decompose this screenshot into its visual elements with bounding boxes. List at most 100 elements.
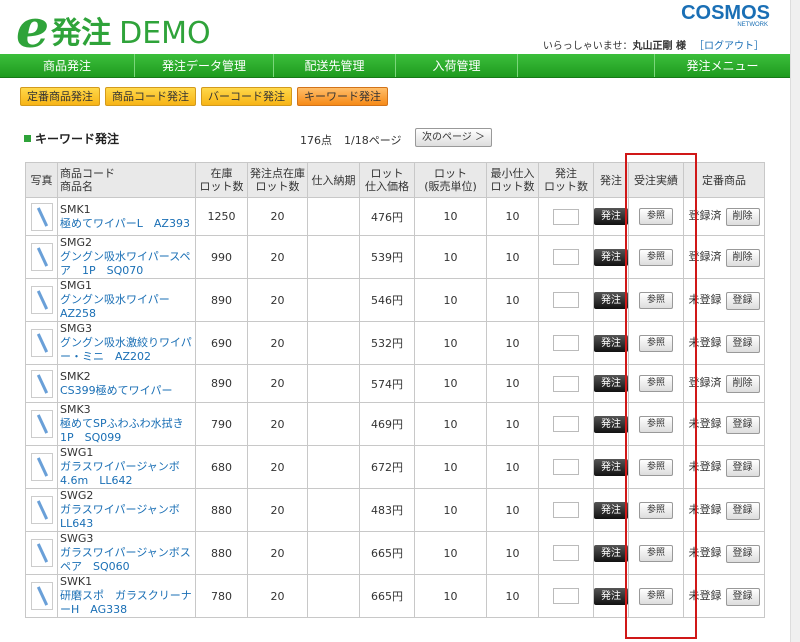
app-logo[interactable]: e 発注 DEMO: [16, 2, 211, 56]
nav-item-delivery-address[interactable]: 配送先管理: [274, 54, 396, 77]
order-button[interactable]: 発注: [594, 587, 628, 605]
order-qty-input[interactable]: [553, 416, 579, 432]
history-ref-button[interactable]: 参照: [639, 415, 673, 433]
order-qty-cell: [538, 488, 594, 532]
order-qty-input[interactable]: [553, 249, 579, 265]
order-tabs: 定番商品発注 商品コード発注 バーコード発注 キーワード発注: [20, 87, 393, 106]
welcome-message: いらっしゃいませ：丸山正剛 様 ［ログアウト］: [543, 37, 764, 52]
standard-action-button[interactable]: 削除: [725, 208, 760, 226]
order-button[interactable]: 発注: [594, 375, 628, 392]
order-button[interactable]: 発注: [594, 544, 628, 562]
standard-action-button[interactable]: 登録: [725, 458, 760, 477]
col-delivery: 仕入納期: [307, 162, 360, 198]
order-qty-input[interactable]: [553, 375, 579, 392]
product-name-link[interactable]: グングン吸水ワイパー AZ258: [60, 293, 181, 320]
order-qty-input[interactable]: [553, 459, 579, 475]
col-lot-unit-2: (販売単位): [424, 180, 477, 193]
product-image-icon[interactable]: [30, 329, 53, 357]
order-qty-input[interactable]: [553, 502, 579, 518]
product-name-link[interactable]: グングン吸水ワイパースペア 1P SQ070: [60, 250, 190, 277]
nav-item-product-order[interactable]: 商品発注: [0, 54, 135, 77]
order-button[interactable]: 発注: [594, 458, 628, 476]
tab-standard-order[interactable]: 定番商品発注: [20, 87, 100, 106]
history-ref-button[interactable]: 参照: [639, 208, 673, 225]
standard-action-button[interactable]: 登録: [725, 501, 760, 520]
standard-action-button[interactable]: 登録: [725, 334, 760, 353]
lot-price: 672円: [359, 445, 415, 489]
logout-link[interactable]: ［ログアウト］: [694, 41, 764, 52]
product-photo[interactable]: [25, 574, 58, 618]
order-qty-input[interactable]: [553, 292, 579, 308]
product-image-icon[interactable]: [30, 410, 53, 438]
product-image-icon[interactable]: [30, 202, 53, 231]
product-image-icon[interactable]: [30, 453, 53, 481]
product-image-icon[interactable]: [30, 582, 53, 610]
history-cell: 参照: [628, 364, 684, 403]
nav-spacer: [518, 54, 655, 77]
order-qty-cell: [538, 321, 594, 365]
product-code-name: SWG2 ガラスワイパージャンボLL643: [57, 488, 196, 532]
col-order-lot: 発注 ロット数: [538, 162, 594, 198]
product-photo[interactable]: [25, 197, 58, 236]
product-photo[interactable]: [25, 531, 58, 575]
standard-action-button[interactable]: 登録: [725, 544, 760, 563]
history-ref-button[interactable]: 参照: [639, 375, 673, 392]
standard-action-button[interactable]: 登録: [725, 415, 760, 434]
nav-item-order-data[interactable]: 発注データ管理: [135, 54, 274, 77]
history-ref-button[interactable]: 参照: [639, 291, 673, 309]
product-image-icon[interactable]: [30, 496, 53, 524]
product-photo[interactable]: [25, 488, 58, 532]
col-lot-price: ロット 仕入価格: [359, 162, 415, 198]
history-ref-button[interactable]: 参照: [639, 334, 673, 352]
product-image-icon[interactable]: [30, 243, 53, 271]
product-image-icon[interactable]: [30, 286, 53, 314]
min-lot: 10: [486, 488, 539, 532]
min-lot: 10: [486, 321, 539, 365]
standard-action-button[interactable]: 削除: [725, 375, 760, 393]
history-ref-button[interactable]: 参照: [639, 248, 673, 266]
standard-action-button[interactable]: 削除: [725, 248, 760, 267]
product-image-icon[interactable]: [30, 539, 53, 567]
order-qty-input[interactable]: [553, 208, 579, 225]
product-name-link[interactable]: CS399極めてワイパー: [60, 384, 172, 397]
product-name-link[interactable]: 研磨スポ ガラスクリーナーH AG338: [60, 589, 192, 616]
nav-item-order-menu[interactable]: 発注メニュー: [655, 54, 790, 77]
product-photo[interactable]: [25, 235, 58, 279]
product-name-link[interactable]: 極めてSPふわふわ水拭き1P SQ099: [60, 417, 184, 444]
nav-item-receiving[interactable]: 入荷管理: [396, 54, 518, 77]
history-ref-button[interactable]: 参照: [639, 544, 673, 562]
tab-barcode-order[interactable]: バーコード発注: [201, 87, 292, 106]
history-ref-button[interactable]: 参照: [639, 501, 673, 519]
order-button[interactable]: 発注: [594, 208, 628, 225]
product-photo[interactable]: [25, 402, 58, 446]
product-name-link[interactable]: ガラスワイパージャンボ4.6m LL642: [60, 460, 180, 487]
tab-code-order[interactable]: 商品コード発注: [105, 87, 196, 106]
product-name-link[interactable]: グングン吸水激絞りワイパー・ミニ AZ202: [60, 336, 192, 363]
scrollbar[interactable]: [790, 0, 800, 642]
order-qty-input[interactable]: [553, 545, 579, 561]
stock-lots: 990: [195, 235, 248, 279]
standard-action-button[interactable]: 登録: [725, 291, 760, 310]
product-name-link[interactable]: ガラスワイパージャンボLL643: [60, 503, 180, 530]
tab-keyword-order[interactable]: キーワード発注: [297, 87, 388, 106]
order-button[interactable]: 発注: [594, 291, 628, 309]
order-button[interactable]: 発注: [594, 248, 628, 266]
product-name-link[interactable]: ガラスワイパージャンボスペア SQ060: [60, 546, 191, 573]
order-button[interactable]: 発注: [594, 501, 628, 519]
order-qty-input[interactable]: [553, 588, 579, 604]
history-ref-button[interactable]: 参照: [639, 587, 673, 605]
standard-action-button[interactable]: 登録: [725, 587, 760, 606]
col-reorder-1: 発注点在庫: [250, 167, 305, 180]
product-photo[interactable]: [25, 364, 58, 403]
product-image-icon[interactable]: [30, 369, 53, 398]
product-photo[interactable]: [25, 445, 58, 489]
product-name-link[interactable]: 極めてワイパーL AZ393: [60, 217, 190, 230]
order-button[interactable]: 発注: [594, 334, 628, 352]
product-photo[interactable]: [25, 278, 58, 322]
standard-status: 未登録: [688, 292, 722, 306]
order-qty-input[interactable]: [553, 335, 579, 351]
order-button[interactable]: 発注: [594, 415, 628, 433]
product-photo[interactable]: [25, 321, 58, 365]
next-page-button[interactable]: 次のページ ＞: [415, 128, 492, 147]
history-ref-button[interactable]: 参照: [639, 458, 673, 476]
